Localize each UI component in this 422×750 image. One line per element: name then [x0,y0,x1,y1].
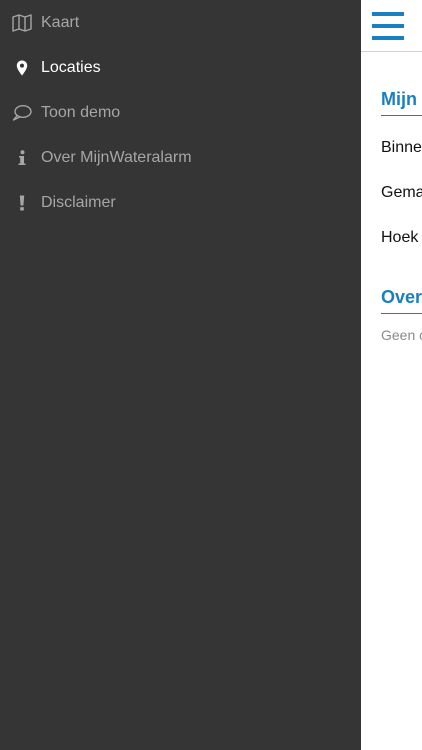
map-pin-icon [11,57,33,79]
menu-item-label: Disclaimer [41,194,116,211]
main-header [361,0,422,52]
hamburger-icon[interactable] [372,12,404,40]
menu-item-label: Toon demo [41,104,121,121]
side-menu: Kaart Locaties Toon demo Over MijnWatera… [0,0,361,750]
section-divider [381,115,422,116]
location-item[interactable]: Gema [381,184,422,202]
map-icon [11,12,33,34]
location-item[interactable]: Hoek [381,229,418,247]
menu-item-label: Kaart [41,14,80,31]
menu-item-label: Locaties [41,59,101,76]
main-panel: Mijn Binne Gema Hoek Over Geen c [361,0,422,750]
speech-bubble-icon [11,102,33,124]
app-screen: Kaart Locaties Toon demo Over MijnWatera… [0,0,422,750]
exclamation-icon [11,192,33,214]
menu-item-toon-demo[interactable]: Toon demo [0,91,361,135]
menu-item-disclaimer[interactable]: Disclaimer [0,181,361,225]
menu-item-over-mijnwateralarm[interactable]: Over MijnWateralarm [0,136,361,180]
section-title-mijn: Mijn [381,89,417,109]
location-item[interactable]: Binne [381,139,422,157]
menu-item-kaart[interactable]: Kaart [0,1,361,45]
menu-item-label: Over MijnWateralarm [41,149,192,166]
menu-item-locaties[interactable]: Locaties [0,46,361,90]
info-icon [11,147,33,169]
section-divider [381,313,422,314]
section-title-over: Over [381,287,422,307]
empty-state-text: Geen c [381,327,422,343]
